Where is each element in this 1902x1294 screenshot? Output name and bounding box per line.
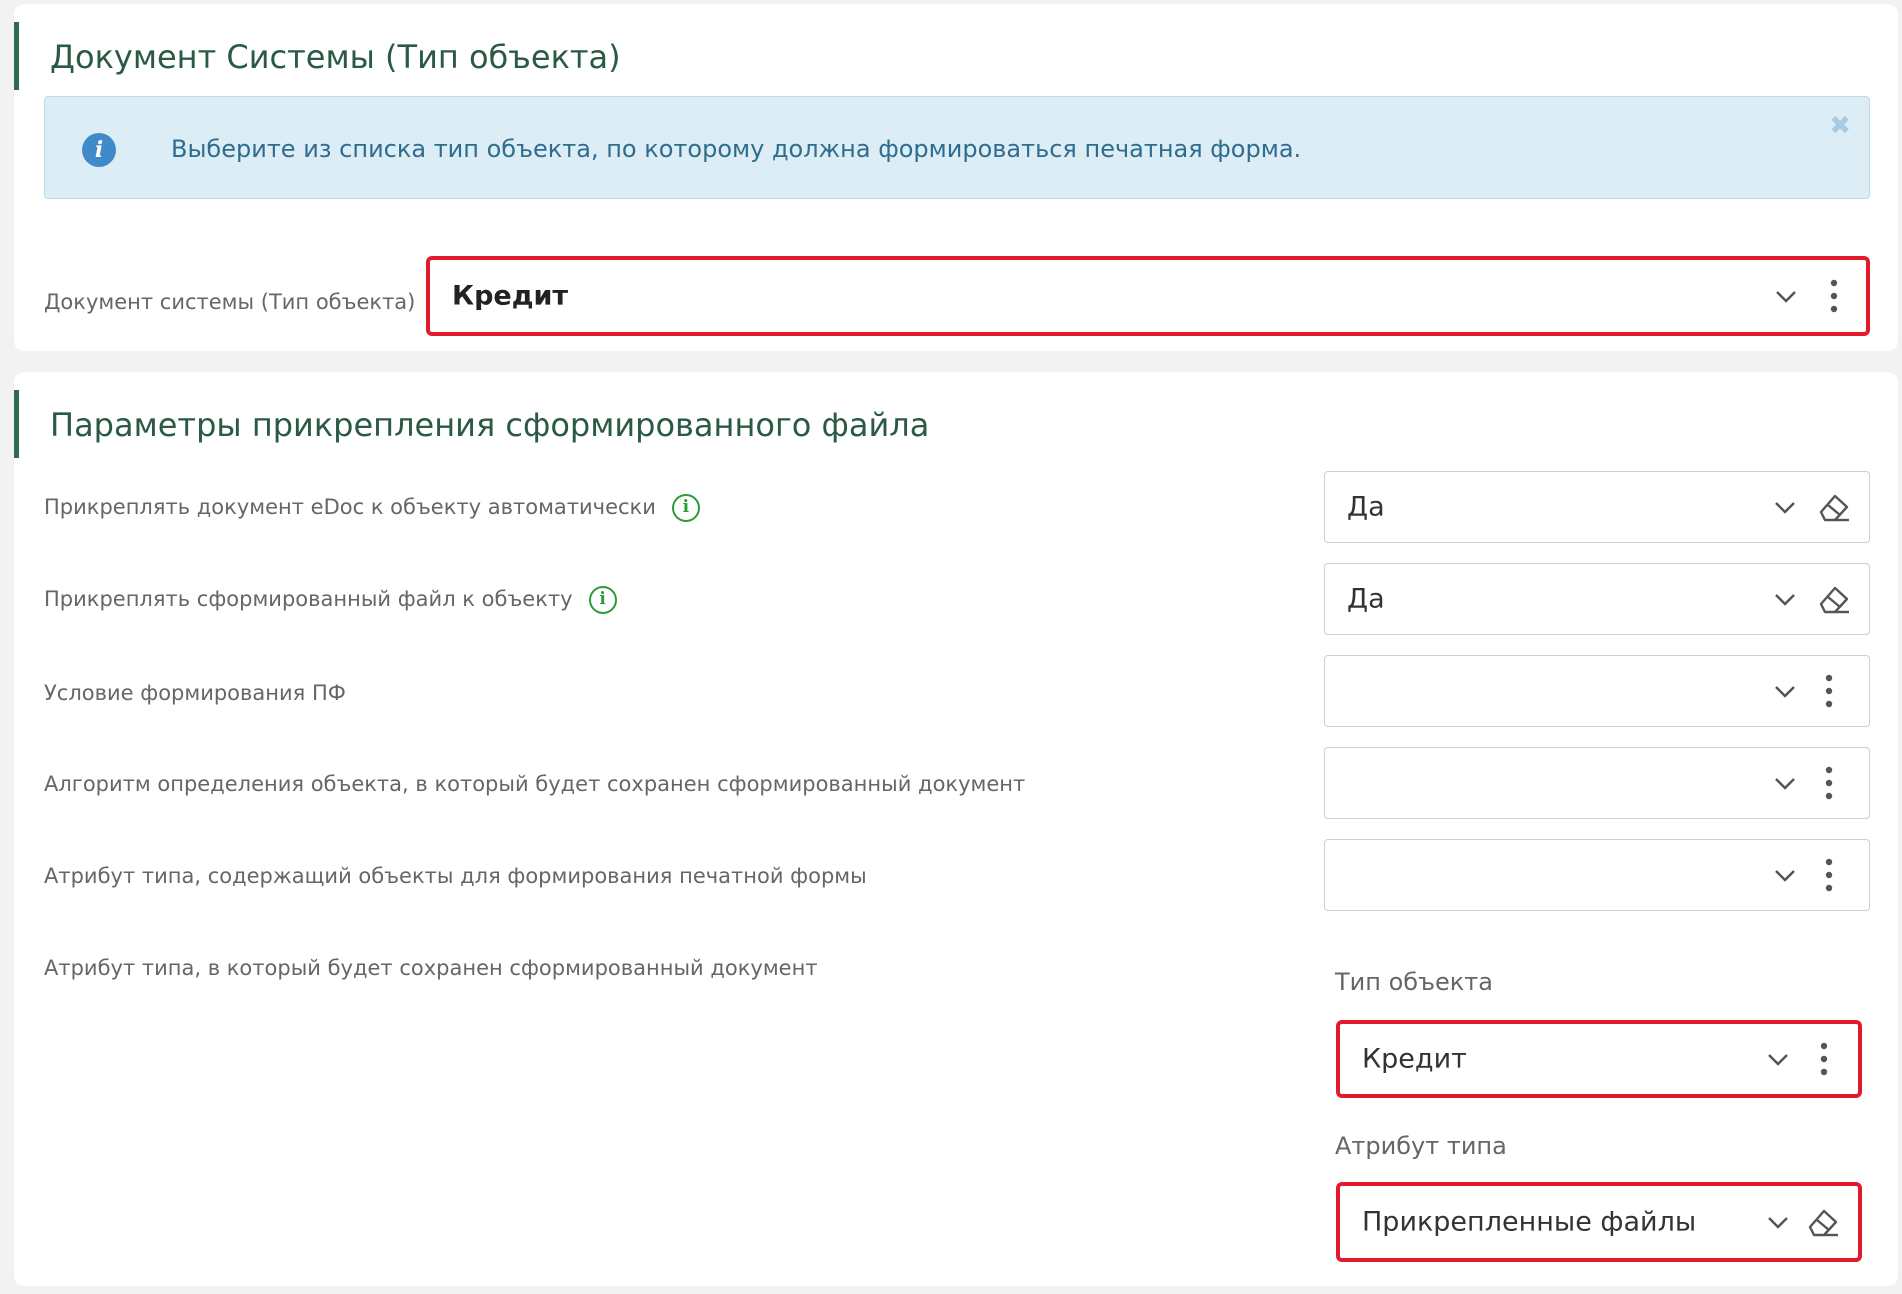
object-type-label: Тип объекта: [1335, 968, 1493, 996]
section-title-attachment-params: Параметры прикрепления сформированного ф…: [50, 406, 930, 444]
chevron-down-icon[interactable]: [1764, 1045, 1792, 1073]
type-attribute-value: Прикрепленные файлы: [1362, 1206, 1697, 1238]
info-alert: i Выберите из списка тип объекта, по кот…: [44, 96, 1870, 199]
more-vertical-icon[interactable]: [1819, 763, 1839, 803]
info-icon: i: [82, 133, 116, 167]
chevron-down-icon[interactable]: [1771, 769, 1799, 797]
auto-attach-edoc-value: Да: [1347, 491, 1385, 523]
save-target-attribute-label: Атрибут типа, в который будет сохранен с…: [44, 956, 818, 980]
system-document-select[interactable]: Кредит: [426, 256, 1870, 336]
chevron-down-icon[interactable]: [1771, 861, 1799, 889]
system-document-label: Документ системы (Тип объекта): [44, 290, 416, 314]
object-type-select[interactable]: Кредит: [1336, 1020, 1862, 1098]
info-icon[interactable]: i: [671, 494, 700, 522]
auto-attach-edoc-label: Прикреплять документ eDoc к объекту авто…: [44, 494, 700, 522]
auto-attach-edoc-select[interactable]: Да: [1324, 471, 1870, 543]
attach-generated-file-label-text: Прикреплять сформированный файл к объект…: [44, 587, 573, 611]
attachment-params-card: Параметры прикрепления сформированного ф…: [14, 372, 1898, 1286]
eraser-icon[interactable]: [1815, 580, 1853, 618]
print-form-condition-label: Условие формирования ПФ: [44, 681, 346, 705]
attach-generated-file-select[interactable]: Да: [1324, 563, 1870, 635]
chevron-down-icon[interactable]: [1771, 677, 1799, 705]
more-vertical-icon[interactable]: [1819, 671, 1839, 711]
more-vertical-icon[interactable]: [1824, 276, 1844, 316]
close-icon[interactable]: ✖: [1829, 111, 1851, 141]
system-document-card: Документ Системы (Тип объекта) i Выберит…: [14, 4, 1898, 351]
chevron-down-icon[interactable]: [1771, 493, 1799, 521]
auto-attach-edoc-label-text: Прикреплять документ eDoc к объекту авто…: [44, 495, 656, 519]
chevron-down-icon[interactable]: [1771, 585, 1799, 613]
eraser-icon[interactable]: [1804, 1203, 1842, 1241]
chevron-down-icon[interactable]: [1764, 1208, 1792, 1236]
print-objects-attribute-label: Атрибут типа, содержащий объекты для фор…: [44, 864, 867, 888]
type-attribute-select[interactable]: Прикрепленные файлы: [1336, 1182, 1862, 1262]
attach-generated-file-value: Да: [1347, 583, 1385, 615]
eraser-icon[interactable]: [1815, 488, 1853, 526]
more-vertical-icon[interactable]: [1814, 1039, 1834, 1079]
info-icon[interactable]: i: [588, 586, 617, 614]
type-attribute-label: Атрибут типа: [1335, 1132, 1507, 1160]
chevron-down-icon[interactable]: [1772, 282, 1800, 310]
more-vertical-icon[interactable]: [1819, 855, 1839, 895]
section-title-system-document: Документ Системы (Тип объекта): [50, 38, 621, 76]
alert-text: Выберите из списка тип объекта, по котор…: [171, 135, 1302, 163]
section-accent-bar: [14, 390, 19, 458]
attach-generated-file-label: Прикреплять сформированный файл к объект…: [44, 586, 617, 614]
system-document-value: Кредит: [452, 280, 569, 312]
target-object-algorithm-label: Алгоритм определения объекта, в который …: [44, 772, 1026, 796]
print-objects-attribute-select[interactable]: [1324, 839, 1870, 911]
object-type-value: Кредит: [1362, 1043, 1467, 1075]
target-object-algorithm-select[interactable]: [1324, 747, 1870, 819]
print-form-condition-select[interactable]: [1324, 655, 1870, 727]
section-accent-bar: [14, 22, 19, 90]
